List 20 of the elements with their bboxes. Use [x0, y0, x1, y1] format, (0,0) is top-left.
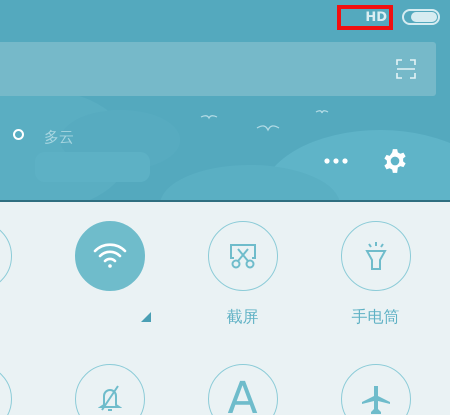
silent-toggle[interactable] [74, 364, 144, 415]
toggle-label: 截屏 [226, 307, 258, 328]
degree-icon [13, 129, 24, 140]
airplane-icon [360, 384, 390, 414]
font-toggle[interactable]: A [208, 364, 278, 415]
more-icon[interactable] [324, 158, 348, 164]
flashlight-icon [364, 241, 388, 271]
toggle-label: 手电筒 [352, 307, 400, 328]
flashlight-toggle[interactable] [340, 221, 410, 291]
weather-condition: 多云 [44, 128, 74, 147]
settings-icon[interactable] [382, 148, 408, 174]
expand-corner-icon[interactable] [141, 312, 151, 322]
screenshot-toggle[interactable] [208, 221, 278, 291]
wifi-icon [92, 243, 126, 269]
scissors-icon [228, 243, 256, 269]
muted-bell-icon [98, 384, 122, 414]
hd-indicator: HD [337, 4, 393, 30]
search-field[interactable] [0, 42, 436, 96]
scan-icon[interactable] [396, 59, 416, 79]
airplane-toggle[interactable] [340, 364, 410, 415]
